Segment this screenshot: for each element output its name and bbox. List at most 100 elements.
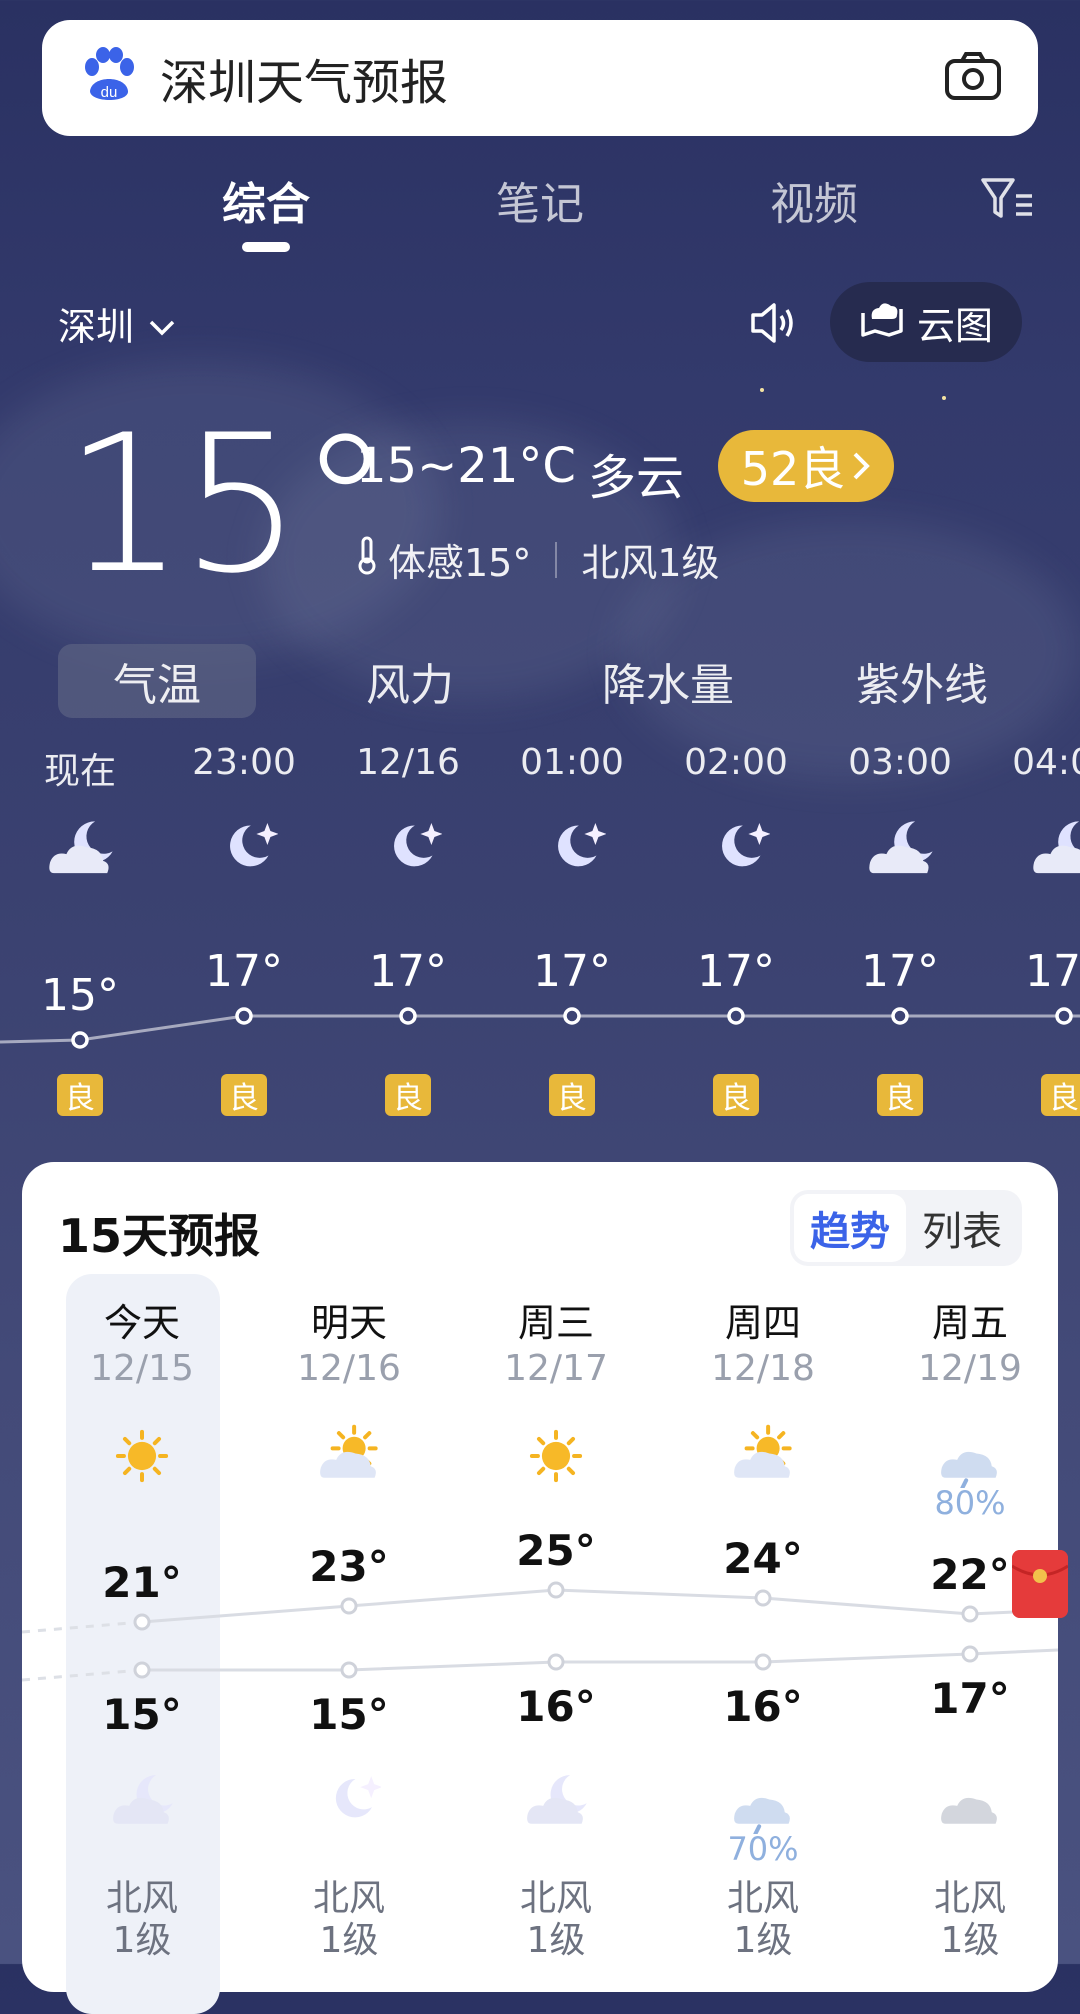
hour-time: 现在 — [43, 751, 117, 792]
high-temp-line-point — [340, 1597, 358, 1615]
hour-temp: 17° — [697, 946, 775, 997]
tab-notes[interactable]: 笔记 — [496, 168, 584, 232]
city-selector[interactable]: 深圳 — [58, 296, 176, 351]
day-date: 12/17 — [504, 1348, 608, 1389]
wind-direction: 北风 — [105, 1878, 179, 1919]
day-label: 今天 — [103, 1301, 181, 1345]
hour-aqi-badge: 良 — [549, 1074, 595, 1116]
low-temp: 15° — [102, 1690, 182, 1739]
partly-cloudy-icon — [317, 1424, 381, 1492]
low-temp: 17° — [930, 1674, 1010, 1723]
sunny-icon — [524, 1424, 588, 1492]
weather-condition: 多云 — [588, 450, 685, 506]
cloudy-night-icon — [866, 816, 934, 888]
hour-time: 02:00 — [684, 742, 788, 783]
high-temp: 25° — [516, 1526, 596, 1575]
wind-level: 1级 — [319, 1920, 379, 1961]
wind-level: 1级 — [112, 1920, 172, 1961]
high-temp: 22° — [930, 1550, 1010, 1599]
metric-tab-wind[interactable]: 风力 — [366, 644, 454, 718]
hour-temp: 17° — [1025, 946, 1080, 997]
day-label: 明天 — [310, 1301, 388, 1345]
forecast-card: 15天预报 趋势 列表 今天 12/15 21° 15° 北风 1级 明天 12/16 23° 1… — [22, 1162, 1058, 2014]
hour-temp: 17° — [861, 946, 939, 997]
view-toggle: 趋势 列表 — [790, 1190, 1022, 1266]
city-name: 深圳 — [58, 305, 135, 349]
cloudy-night-icon — [1030, 816, 1080, 888]
aqi-badge[interactable]: 52良 — [718, 430, 894, 502]
high-temp-line-point — [754, 1589, 772, 1607]
hour-temp: 17° — [205, 946, 283, 997]
day-wind: 北风 1级 — [934, 1878, 1006, 1962]
wind-level: 1级 — [526, 1920, 586, 1961]
low-temp: 15° — [309, 1690, 389, 1739]
hourly-temp-point — [1055, 1007, 1073, 1025]
day-wind: 北风 1级 — [727, 1878, 799, 1962]
cloudy-night-icon — [110, 1770, 174, 1838]
clear-night-icon — [538, 816, 607, 888]
low-temp-line-point — [340, 1661, 358, 1679]
low-temp: 16° — [723, 1682, 803, 1731]
temperature-range: 15~21°C — [356, 438, 576, 494]
camera-icon[interactable] — [944, 51, 1002, 105]
wind-direction: 北风 — [726, 1878, 800, 1919]
day-date: 12/16 — [297, 1348, 401, 1389]
metric-tab-temperature[interactable]: 气温 — [58, 644, 256, 718]
cloud-map-button[interactable]: 云图 — [830, 282, 1022, 362]
result-tabs: 综合 笔记 视频 — [0, 150, 1080, 260]
speaker-icon[interactable] — [748, 298, 798, 352]
baidu-paw-icon: du — [82, 47, 136, 109]
day-label: 周四 — [724, 1301, 802, 1345]
hour-aqi-badge: 良 — [1041, 1074, 1080, 1116]
clear-night-icon — [210, 816, 279, 888]
tab-video[interactable]: 视频 — [770, 168, 858, 232]
high-temp-line-point — [547, 1581, 565, 1599]
tab-comprehensive[interactable]: 综合 — [222, 168, 310, 232]
hourly-temp-point — [399, 1007, 417, 1025]
high-temp-line-point — [961, 1605, 979, 1623]
forecast-title: 15天预报 — [58, 1209, 261, 1263]
red-packet-icon[interactable] — [1011, 1550, 1069, 1618]
metric-tab-uv[interactable]: 紫外线 — [856, 644, 988, 718]
cloudy-night-icon — [524, 1770, 588, 1838]
wind-direction: 北风 — [933, 1878, 1007, 1919]
hour-aqi-badge: 良 — [713, 1074, 759, 1116]
high-temp: 24° — [723, 1534, 803, 1583]
high-temp-line — [141, 1588, 1058, 1624]
day-label: 周三 — [517, 1301, 595, 1345]
low-temp-line-point — [754, 1653, 772, 1671]
wind-direction: 北风 — [312, 1878, 386, 1919]
low-temp: 16° — [516, 1682, 596, 1731]
hour-time: 23:00 — [192, 742, 296, 783]
hour-aqi-badge: 良 — [221, 1074, 267, 1116]
hourly-temp-point — [71, 1031, 89, 1049]
hour-time: 04:00 — [1012, 742, 1080, 783]
hour-aqi-badge: 良 — [57, 1074, 103, 1116]
search-bar[interactable]: du 深圳天气预报 — [42, 20, 1038, 136]
clear-night-icon — [317, 1770, 383, 1838]
toggle-trend[interactable]: 趋势 — [794, 1194, 906, 1262]
hour-temp: 17° — [369, 946, 447, 997]
divider — [555, 541, 558, 578]
day-date: 12/15 — [90, 1348, 194, 1389]
hour-aqi-badge: 良 — [385, 1074, 431, 1116]
cloud-map-icon — [859, 297, 905, 348]
hour-time: 01:00 — [520, 742, 624, 783]
active-tab-indicator — [242, 242, 290, 252]
background-star — [760, 388, 764, 392]
wind-level: 1级 — [940, 1920, 1000, 1961]
wind-level: 1级 — [733, 1920, 793, 1961]
partly-cloudy-icon — [731, 1424, 795, 1492]
wind: 北风1级 — [581, 541, 720, 585]
search-query[interactable]: 深圳天气预报 — [160, 43, 944, 113]
toggle-list[interactable]: 列表 — [906, 1194, 1018, 1262]
hour-time: 12/16 — [356, 742, 460, 783]
day-label: 周五 — [931, 1301, 1009, 1345]
hour-temp: 15° — [41, 970, 119, 1021]
feels-like: 体感15° — [388, 541, 532, 585]
filter-icon[interactable] — [980, 176, 1034, 226]
metric-tab-precipitation[interactable]: 降水量 — [602, 644, 734, 718]
high-temp: 21° — [102, 1558, 182, 1607]
hour-time: 03:00 — [848, 742, 952, 783]
hourly-temp-point — [235, 1007, 253, 1025]
